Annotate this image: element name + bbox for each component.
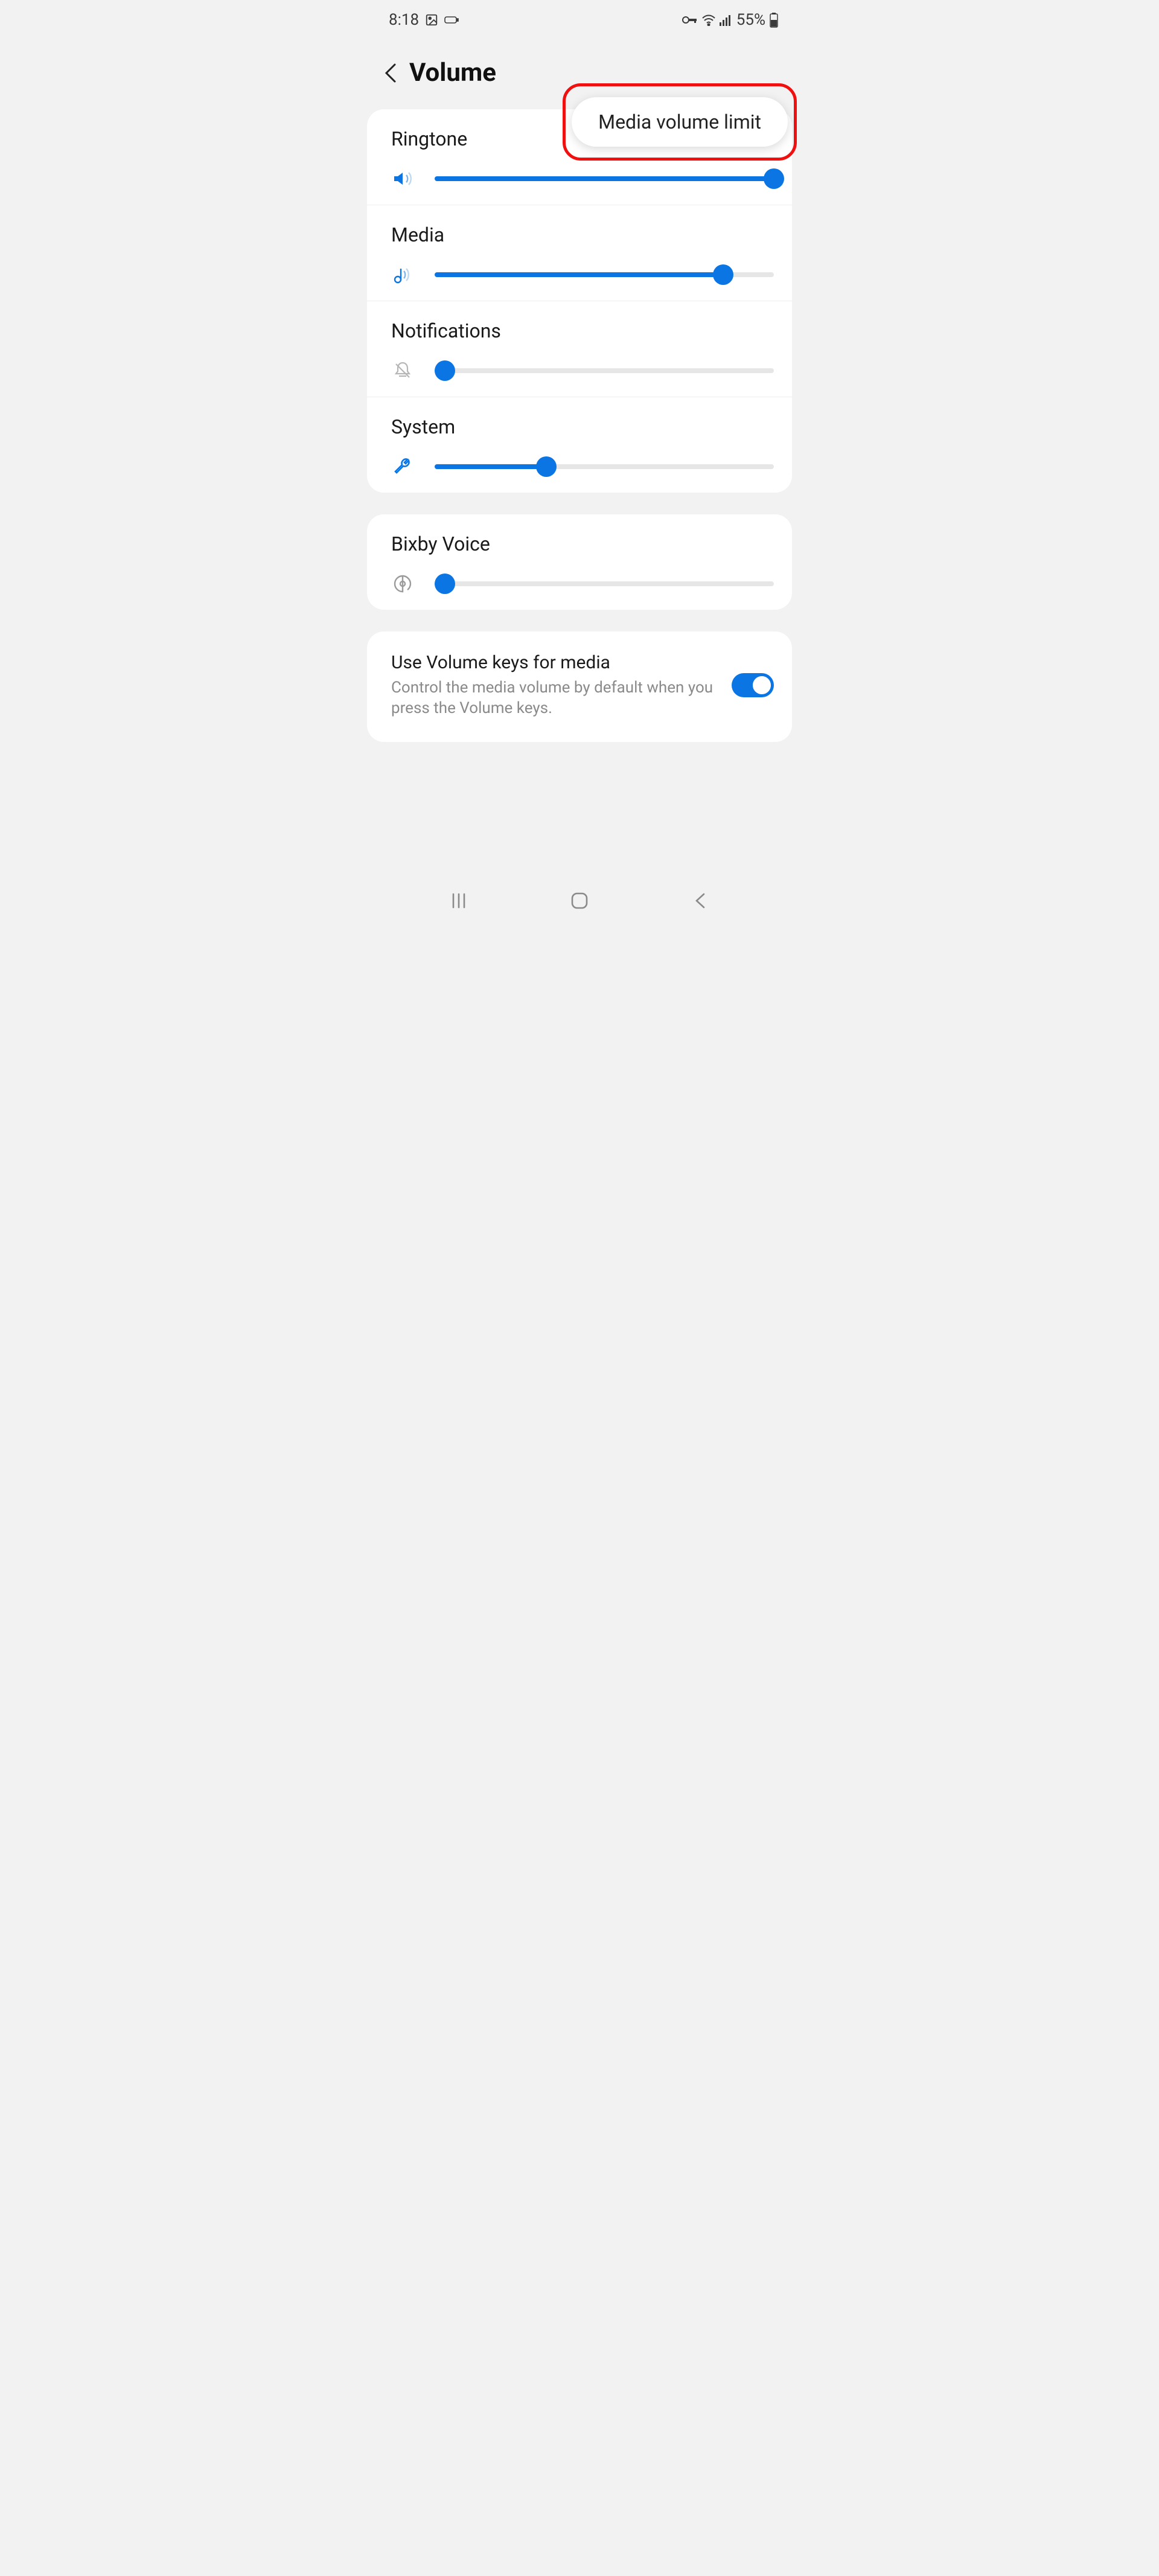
- back-nav-button[interactable]: [684, 888, 717, 913]
- system-row: System: [367, 397, 792, 493]
- notifications-row: Notifications: [367, 301, 792, 397]
- volume-sliders-card: Ringtone Media: [367, 109, 792, 493]
- picture-icon: [425, 13, 438, 27]
- setting-title: Use Volume keys for media: [391, 652, 720, 673]
- notifications-slider[interactable]: [435, 368, 774, 373]
- vpn-key-icon: [682, 15, 698, 25]
- media-row: Media: [367, 205, 792, 301]
- status-time: 8:18: [389, 11, 419, 29]
- bixby-label: Bixby Voice: [391, 532, 774, 555]
- system-slider[interactable]: [435, 464, 774, 469]
- media-label: Media: [391, 223, 774, 246]
- recents-button[interactable]: [442, 888, 475, 913]
- bixby-row: Bixby Voice: [367, 514, 792, 610]
- music-icon: [391, 263, 414, 286]
- bixby-card: Bixby Voice: [367, 514, 792, 610]
- wrench-icon: [391, 455, 414, 478]
- bixby-icon: [391, 572, 414, 595]
- setting-subtitle: Control the media volume by default when…: [391, 678, 720, 719]
- speaker-icon: [391, 167, 414, 190]
- battery-percent: 55%: [736, 11, 765, 29]
- system-label: System: [391, 415, 774, 438]
- media-slider[interactable]: [435, 272, 774, 277]
- battery-small-icon: [444, 15, 459, 25]
- bixby-slider[interactable]: [435, 581, 774, 586]
- bell-off-icon: [391, 359, 414, 382]
- ringtone-slider[interactable]: [435, 176, 774, 181]
- signal-icon: [720, 14, 733, 26]
- phone-frame: 8:18 55%: [362, 0, 797, 928]
- home-button[interactable]: [563, 888, 596, 913]
- navigation-bar: [362, 868, 797, 928]
- media-keys-card: Use Volume keys for media Control the me…: [367, 631, 792, 742]
- wifi-icon: [701, 14, 716, 26]
- status-bar: 8:18 55%: [362, 0, 797, 40]
- page-title: Volume: [409, 58, 496, 88]
- media-volume-limit-menu[interactable]: Media volume limit: [572, 97, 788, 147]
- notifications-label: Notifications: [391, 319, 774, 342]
- battery-icon: [769, 12, 779, 28]
- page-header: Volume Media volume limit: [362, 40, 797, 106]
- media-keys-toggle[interactable]: [732, 673, 774, 697]
- tutorial-highlight-box: Media volume limit: [563, 83, 797, 161]
- back-button[interactable]: [383, 61, 401, 85]
- use-volume-keys-setting[interactable]: Use Volume keys for media Control the me…: [367, 631, 792, 742]
